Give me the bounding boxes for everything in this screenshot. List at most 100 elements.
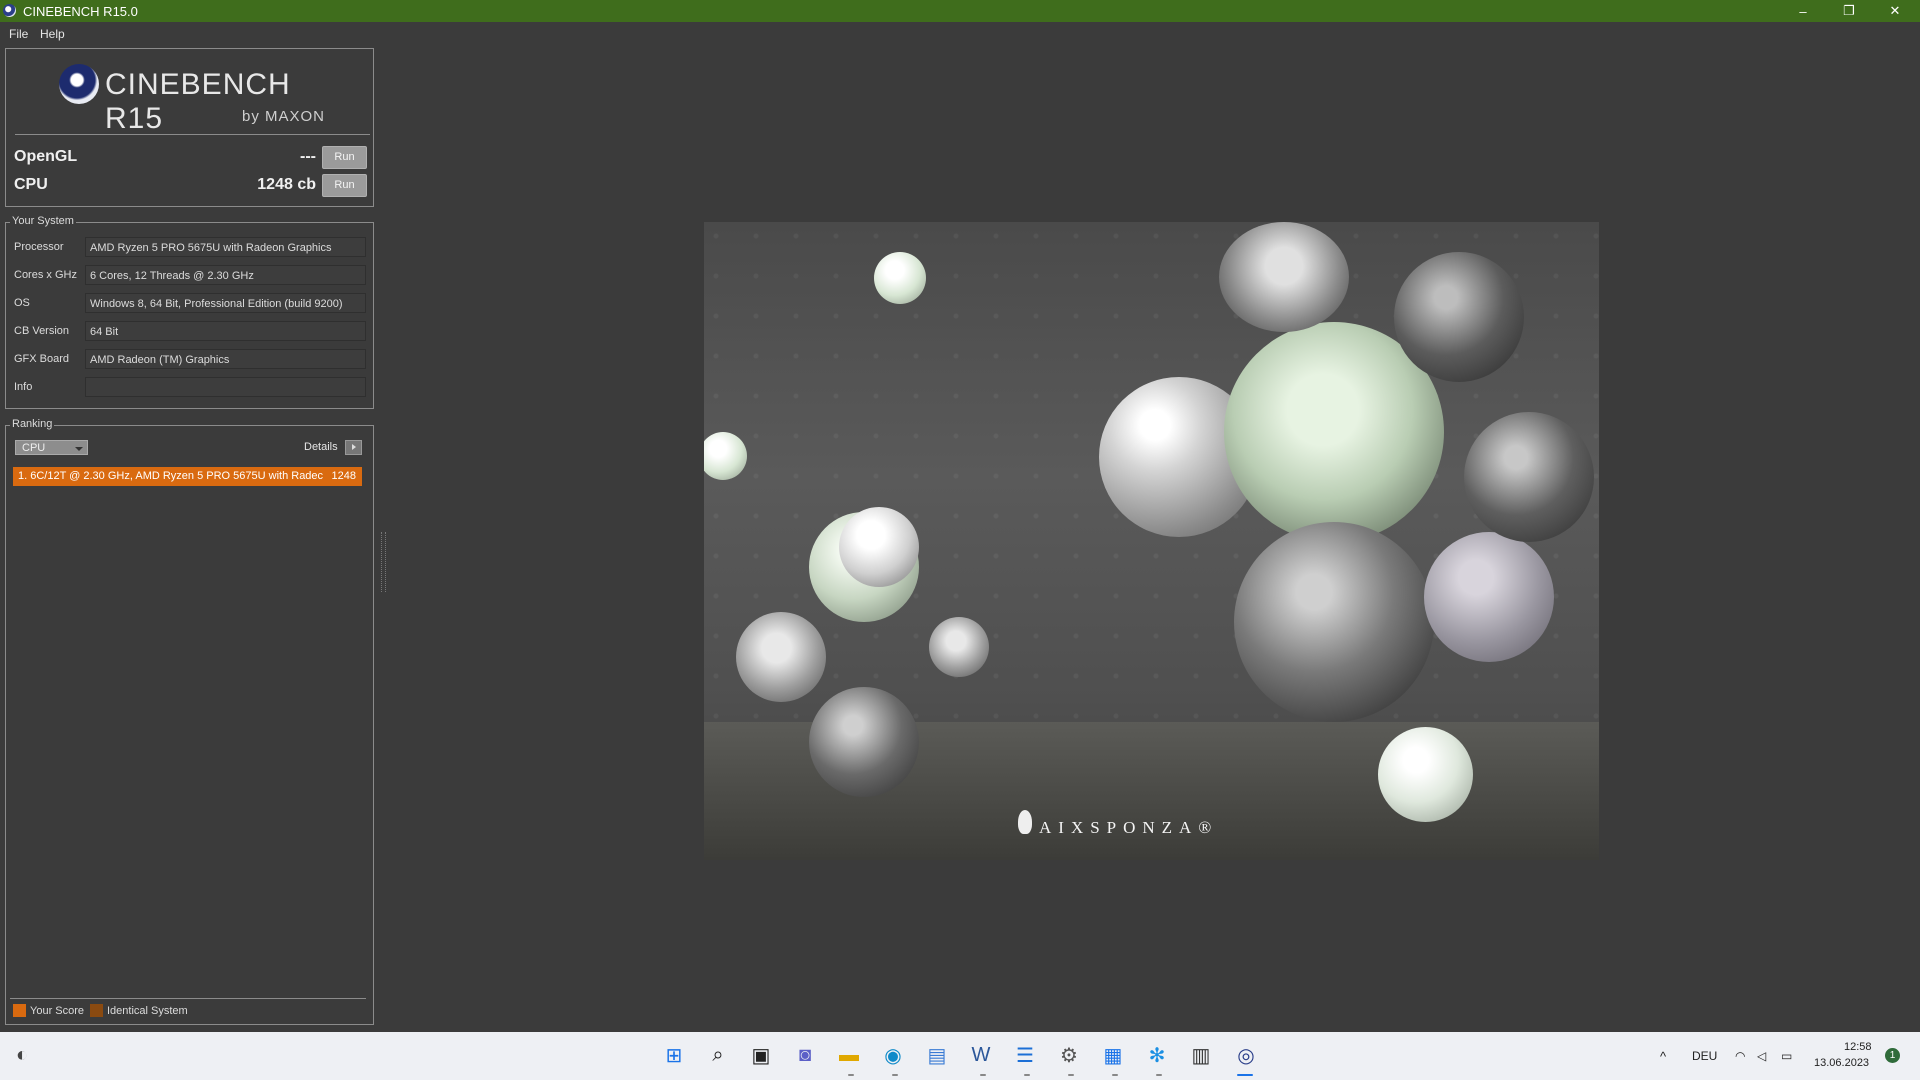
language-indicator[interactable]: DEU (1692, 1049, 1717, 1063)
your-system-title: Your System (10, 215, 76, 227)
wifi-icon[interactable]: ◠ (1735, 1049, 1745, 1063)
pearl-sphere (1378, 727, 1473, 822)
show-hidden-icons-icon[interactable]: ^ (1660, 1049, 1666, 1064)
volume-icon[interactable]: ◁ (1757, 1049, 1766, 1063)
dark-sphere-right (1464, 412, 1594, 542)
opengl-score: --- (300, 148, 316, 165)
system-key: OS (14, 297, 30, 309)
restore-button[interactable]: ❐ (1826, 0, 1872, 22)
start-icon[interactable]: ⊞ (660, 1041, 688, 1069)
cinebench-icon[interactable]: ◎ (1232, 1041, 1260, 1069)
small-pearl-sphere (874, 252, 926, 304)
identical-system-swatch (90, 1004, 103, 1017)
render-preview: AIXSPONZA® (704, 222, 1599, 860)
battery-icon[interactable]: ▭ (1781, 1049, 1792, 1063)
title-bar: CINEBENCH R15.0 – ❐ ✕ (0, 0, 1920, 22)
white-sphere (839, 507, 919, 587)
system-row-cores: Cores x GHz 6 Cores, 12 Threads @ 2.30 G… (14, 265, 368, 285)
search-icon[interactable]: ⌕ (704, 1041, 732, 1069)
settings-icon[interactable]: ⚙ (1055, 1041, 1083, 1069)
active-indicator (1237, 1074, 1253, 1076)
silver-sphere (1424, 532, 1554, 662)
legend-label: Identical System (107, 1005, 188, 1017)
benchmark-panel: CINEBENCH R15 by MAXON OpenGL --- Run CP… (5, 48, 374, 207)
ranking-type-dropdown[interactable]: CPU (15, 440, 88, 455)
details-label: Details (304, 441, 338, 453)
clock-time[interactable]: 12:58 (1844, 1041, 1872, 1053)
ranking-row[interactable]: 1. 6C/12T @ 2.30 GHz, AMD Ryzen 5 PRO 56… (13, 467, 362, 486)
chevron-down-icon (75, 447, 83, 451)
menu-help[interactable]: Help (40, 27, 65, 41)
edge-pearl-sphere (704, 432, 747, 480)
aixsponza-logo-icon (1018, 810, 1032, 834)
running-indicator (1156, 1074, 1162, 1076)
opengl-label: OpenGL (14, 148, 78, 165)
system-key: Processor (14, 241, 64, 253)
filigree-sphere (1219, 222, 1349, 332)
running-indicator (980, 1074, 986, 1076)
cinebench-app-icon (3, 4, 16, 17)
word-icon[interactable]: W (967, 1041, 995, 1069)
system-key: GFX Board (14, 353, 70, 365)
snowflake-app-icon[interactable]: ✻ (1143, 1041, 1171, 1069)
legend-identical-system: Identical System (90, 1004, 188, 1017)
dropdown-value: CPU (22, 442, 46, 454)
task-view-icon[interactable]: ▣ (747, 1041, 775, 1069)
render-watermark: AIXSPONZA® (1039, 818, 1219, 837)
system-key: Info (14, 381, 33, 393)
notification-badge[interactable]: 1 (1885, 1048, 1900, 1063)
legend-your-score: Your Score (13, 1004, 84, 1017)
legend-label: Your Score (30, 1005, 85, 1017)
cpu-label: CPU (14, 176, 48, 193)
ranking-group: Ranking (5, 418, 374, 1025)
widgets-icon[interactable]: ◐ (8, 1041, 36, 1069)
ornament-sphere (1234, 522, 1434, 722)
file-explorer-icon[interactable]: ▬ (835, 1041, 863, 1069)
close-button[interactable]: ✕ (1872, 0, 1918, 22)
opengl-run-button[interactable]: Run (322, 146, 367, 169)
dark-sphere (1394, 252, 1524, 382)
running-indicator (1024, 1074, 1030, 1076)
info-field[interactable] (85, 377, 366, 397)
photos-icon[interactable]: ▤ (923, 1041, 951, 1069)
system-value: AMD Radeon (TM) Graphics (85, 349, 366, 369)
clock-date[interactable]: 13.06.2023 (1814, 1057, 1869, 1069)
logo-title: CINEBENCH R15 (105, 68, 291, 135)
system-value: AMD Ryzen 5 PRO 5675U with Radeon Graphi… (85, 237, 366, 257)
metal-sphere (809, 687, 919, 797)
ranking-entry-text: 1. 6C/12T @ 2.30 GHz, AMD Ryzen 5 PRO 56… (18, 470, 323, 482)
system-row-gfx: GFX Board AMD Radeon (TM) Graphics (14, 349, 368, 369)
ranking-title: Ranking (10, 418, 55, 430)
filigree-sphere-tiny (929, 617, 989, 677)
your-system-group: Your System Processor AMD Ryzen 5 PRO 56… (5, 215, 374, 409)
details-button[interactable] (345, 440, 362, 455)
system-row-processor: Processor AMD Ryzen 5 PRO 5675U with Rad… (14, 237, 368, 257)
minimize-button[interactable]: – (1780, 0, 1826, 22)
taskbar (0, 1032, 1920, 1080)
edge-icon[interactable]: ◉ (879, 1041, 907, 1069)
menu-file[interactable]: File (9, 27, 28, 41)
store-icon[interactable]: ▥ (1187, 1041, 1215, 1069)
running-indicator (1112, 1074, 1118, 1076)
system-row-info: Info (14, 377, 368, 397)
remote-desktop-icon[interactable]: ▦ (1099, 1041, 1127, 1069)
running-indicator (848, 1074, 854, 1076)
system-key: CB Version (14, 325, 70, 337)
system-value: 6 Cores, 12 Threads @ 2.30 GHz (85, 265, 366, 285)
cpu-run-button[interactable]: Run (322, 174, 367, 197)
logo-byline: by MAXON (242, 108, 326, 125)
notepad-icon[interactable]: ☰ (1011, 1041, 1039, 1069)
window-title: CINEBENCH R15.0 (23, 4, 138, 19)
system-row-cb-version: CB Version 64 Bit (14, 321, 368, 341)
chat-icon[interactable]: ◙ (791, 1041, 819, 1069)
cpu-score: 1248 cb (257, 176, 316, 193)
panel-splitter[interactable] (381, 532, 386, 592)
ranking-entry-score: 1248 (331, 470, 356, 482)
system-value: Windows 8, 64 Bit, Professional Edition … (85, 293, 366, 313)
filigree-sphere-small (736, 612, 826, 702)
menu-bar: File Help (0, 22, 1920, 46)
system-row-os: OS Windows 8, 64 Bit, Professional Editi… (14, 293, 368, 313)
cinema4d-sphere-icon (59, 64, 99, 104)
system-value: 64 Bit (85, 321, 366, 341)
cinebench-logo: CINEBENCH R15 by MAXON (53, 62, 343, 135)
